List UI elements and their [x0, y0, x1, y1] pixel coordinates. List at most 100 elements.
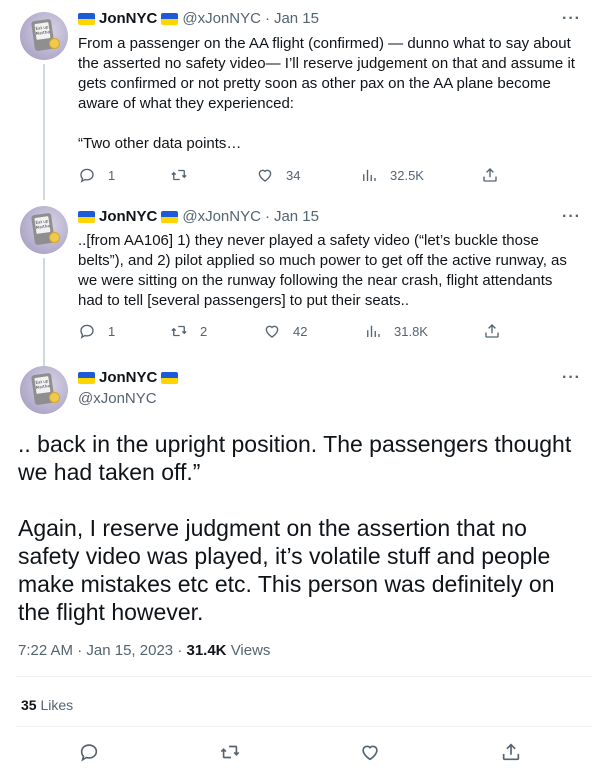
- text-line: ..[from AA106] 1) they never played a sa…: [78, 232, 539, 249]
- retweet-icon: [220, 745, 240, 759]
- tweet-header: JonNYC @xJonNYC · Jan 15: [78, 207, 319, 227]
- views-button[interactable]: 32.5K: [360, 166, 424, 184]
- like-button[interactable]: 34: [256, 166, 300, 184]
- reply-count: 1: [108, 323, 116, 339]
- text-line: make mistakes etc etc. This person was d…: [18, 571, 555, 597]
- text-line: we had taken off.”: [18, 459, 201, 485]
- text-line: aware of what they experienced:: [78, 95, 294, 112]
- separator-dot: ·: [77, 642, 83, 659]
- separator-dot: ·: [177, 642, 183, 659]
- tweet-date[interactable]: Jan 15: [274, 207, 319, 227]
- text-line: From a passenger on the AA flight (confi…: [78, 35, 571, 52]
- display-name[interactable]: JonNYC: [99, 207, 157, 227]
- reply-icon: [80, 324, 94, 339]
- like-icon: [362, 745, 378, 761]
- thread-line: [43, 64, 45, 200]
- like-count: 42: [293, 323, 308, 339]
- divider: [16, 726, 592, 727]
- like-button[interactable]: [359, 741, 381, 768]
- tweet-full-date[interactable]: Jan 15, 2023: [86, 642, 173, 659]
- views-count: 31.8K: [394, 323, 428, 339]
- text-line: belts”), and 2) pilot applied so much po…: [78, 252, 567, 269]
- retweet-button[interactable]: 2: [170, 322, 207, 340]
- user-handle[interactable]: @xJonNYC: [78, 389, 157, 409]
- text-line: gets confirmed or not pretty soon as oth…: [78, 75, 551, 92]
- avatar[interactable]: Eat up Martha: [20, 366, 68, 414]
- display-name[interactable]: JonNYC: [99, 368, 157, 388]
- views-label: Views: [230, 642, 271, 659]
- thread-tweet-2[interactable]: Eat up Martha JonNYC @xJonNYC · Jan 15 ·…: [0, 200, 608, 368]
- more-icon[interactable]: ···: [562, 11, 581, 27]
- reply-button[interactable]: [78, 741, 100, 768]
- views-icon: [363, 169, 376, 181]
- share-icon: [502, 743, 520, 761]
- avatar-caption: Eat up Martha: [34, 22, 51, 40]
- retweet-icon: [171, 169, 187, 181]
- divider: [16, 676, 592, 677]
- tweet-text: From a passenger on the AA flight (confi…: [78, 34, 578, 154]
- views-icon: [367, 325, 380, 337]
- tweet-actions: 1 34 32.5K: [78, 166, 528, 186]
- reply-button[interactable]: 1: [78, 322, 115, 340]
- text-line: the asserted no safety video— I’ll reser…: [78, 55, 575, 72]
- more-icon[interactable]: ···: [562, 209, 581, 225]
- views-count: 31.4K: [186, 642, 227, 659]
- tweet-header: JonNYC: [78, 368, 182, 388]
- like-button[interactable]: 42: [263, 322, 307, 340]
- tweet-date[interactable]: Jan 15: [274, 9, 319, 29]
- tweet-header: JonNYC @xJonNYC · Jan 15: [78, 9, 319, 29]
- flag-icon: [78, 372, 95, 384]
- text-line: had to tell [several passengers] to put …: [78, 292, 410, 309]
- reply-button[interactable]: 1: [78, 166, 115, 184]
- avatar-caption: Eat up Martha: [34, 376, 51, 394]
- flag-icon: [78, 211, 95, 223]
- text-line: we were sitting on the runway following …: [78, 272, 553, 289]
- main-tweet-actions: [0, 741, 608, 765]
- reply-icon: [80, 168, 94, 183]
- text-line: the flight however.: [18, 599, 204, 625]
- retweet-button[interactable]: [170, 166, 200, 184]
- sticker-image: [49, 38, 60, 49]
- flag-icon: [78, 13, 95, 25]
- more-icon[interactable]: ···: [562, 370, 581, 386]
- sticker-image: [49, 232, 60, 243]
- retweet-icon: [171, 325, 187, 337]
- retweet-button[interactable]: [219, 741, 241, 768]
- likes-label: Likes: [40, 697, 74, 713]
- avatar[interactable]: Eat up Martha: [20, 12, 68, 60]
- separator-dot: ·: [264, 10, 270, 27]
- share-icon: [485, 324, 499, 338]
- text-line: [18, 486, 588, 514]
- text-line: Again, I reserve judgment on the asserti…: [18, 515, 527, 541]
- like-count: 34: [286, 167, 301, 183]
- tweet-actions: 1 2 42 31.8K: [78, 322, 528, 342]
- text-line: “Two other data points…: [78, 135, 242, 152]
- thread-tweet-1[interactable]: Eat up Martha JonNYC @xJonNYC · Jan 15 ·…: [0, 0, 608, 200]
- likes-summary[interactable]: 35 Likes: [21, 697, 73, 713]
- views-count: 32.5K: [390, 167, 424, 183]
- share-button[interactable]: [483, 322, 501, 340]
- sticker-image: [49, 392, 60, 403]
- separator-dot: ·: [264, 208, 270, 225]
- text-line: .. back in the upright position. The pas…: [18, 431, 572, 457]
- main-tweet-text: .. back in the upright position. The pas…: [18, 430, 588, 626]
- tweet-metadata: 7:22 AM · Jan 15, 2023 · 31.4K Views: [18, 642, 270, 659]
- flag-icon: [161, 372, 179, 384]
- like-icon: [265, 325, 279, 338]
- tweet-time[interactable]: 7:22 AM: [18, 642, 73, 659]
- user-handle[interactable]: @xJonNYC: [182, 207, 261, 227]
- user-handle[interactable]: @xJonNYC: [182, 9, 261, 29]
- tweet-text: ..[from AA106] 1) they never played a sa…: [78, 231, 578, 311]
- flag-icon: [161, 13, 179, 25]
- retweet-count: 2: [200, 323, 208, 339]
- share-button[interactable]: [481, 166, 499, 184]
- views-button[interactable]: 31.8K: [364, 322, 428, 340]
- display-name[interactable]: JonNYC: [99, 9, 157, 29]
- share-button[interactable]: [500, 741, 522, 768]
- avatar-caption: Eat up Martha: [34, 216, 51, 234]
- avatar[interactable]: Eat up Martha: [20, 206, 68, 254]
- likes-count: 35: [21, 697, 37, 713]
- text-line: safety video was played, it’s volatile s…: [18, 543, 551, 569]
- flag-icon: [161, 211, 179, 223]
- like-icon: [258, 169, 272, 182]
